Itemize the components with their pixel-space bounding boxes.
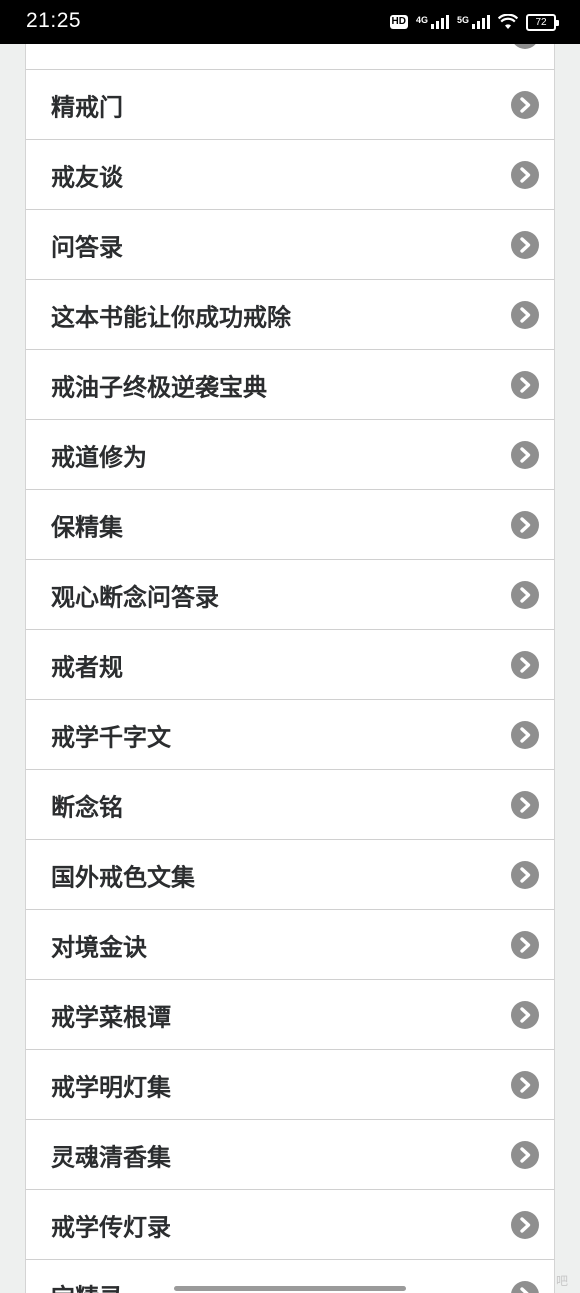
list-item-label: 问答录 [51, 233, 123, 261]
signal-5g-icon: 5G [457, 15, 490, 29]
chevron-right-icon [511, 720, 539, 749]
list-item-label: 灵魂清香集 [51, 1143, 171, 1171]
list-item[interactable]: 戒学菜根谭 [26, 980, 554, 1050]
list-item-label: 戒学传灯录 [51, 1213, 171, 1241]
list-item[interactable]: 戒学明灯集 [26, 1050, 554, 1120]
chevron-right-icon [511, 90, 539, 119]
chevron-right-icon [511, 1140, 539, 1169]
home-indicator[interactable] [174, 1286, 406, 1291]
list-item[interactable]: 戒者规 [26, 630, 554, 700]
list-item-label: 戒友谈 [51, 163, 123, 191]
wifi-icon [498, 14, 518, 29]
list-item[interactable]: 断念铭 [26, 770, 554, 840]
list-item-label: 观心断念问答录 [51, 583, 219, 611]
hd-icon: HD [389, 15, 408, 29]
chevron-right-icon [511, 1000, 539, 1029]
list-item[interactable]: 精戒门 [26, 70, 554, 140]
list-item-label: 戒学菜根谭 [51, 1003, 171, 1031]
status-icons: HD 4G 5G 72 [389, 10, 559, 34]
chevron-right-icon [511, 300, 539, 329]
list-item-label: 对境金诀 [51, 933, 147, 961]
chevron-right-icon [511, 440, 539, 469]
list-item[interactable]: 国外戒色文集 [26, 840, 554, 910]
book-list: 精戒门戒友谈问答录这本书能让你成功戒除 戒油子终极逆袭宝典 戒道修为保精集观心断念问… [25, 0, 555, 1293]
list-item[interactable]: 问答录 [26, 210, 554, 280]
chevron-right-icon [511, 1210, 539, 1239]
status-bar: 21:25 HD 4G 5G 72 [0, 0, 580, 44]
chevron-right-icon [511, 370, 539, 399]
chevron-right-icon [511, 230, 539, 259]
chevron-right-icon [511, 1070, 539, 1099]
list-item-label: 宝精录 [51, 1277, 123, 1293]
chevron-right-icon [511, 510, 539, 539]
chevron-right-icon [511, 580, 539, 609]
list-item[interactable]: 戒学传灯录 [26, 1190, 554, 1260]
list-item[interactable]: 戒学千字文 [26, 700, 554, 770]
chevron-right-icon [511, 790, 539, 819]
chevron-right-icon [511, 650, 539, 679]
signal-4g-icon: 4G [416, 15, 449, 29]
chevron-right-icon [511, 160, 539, 189]
list-item[interactable]: 观心断念问答录 [26, 560, 554, 630]
list-item[interactable]: 保精集 [26, 490, 554, 560]
list-item-label: 精戒门 [51, 93, 123, 121]
list-item-label: 戒者规 [51, 653, 123, 681]
list-item-label: 国外戒色文集 [51, 863, 195, 891]
list-item-label: 戒学明灯集 [51, 1073, 171, 1101]
list-item-label: 保精集 [51, 513, 123, 541]
list-item-label: 这本书能让你成功戒除 [51, 303, 291, 331]
list-item[interactable]: 戒油子终极逆袭宝典 [26, 350, 554, 420]
list-item-label: 戒油子终极逆袭宝典 [51, 373, 267, 401]
chevron-right-icon [511, 860, 539, 889]
list-item-label: 断念铭 [51, 793, 123, 821]
list-item[interactable]: 这本书能让你成功戒除 [26, 280, 554, 350]
list-item-label: 戒学千字文 [51, 723, 171, 751]
list-item[interactable]: 灵魂清香集 [26, 1120, 554, 1190]
list-item[interactable]: 戒道修为 [26, 420, 554, 490]
chevron-right-icon [511, 930, 539, 959]
battery-icon: 72 [526, 13, 559, 31]
watermark: 吧 [555, 1274, 568, 1288]
chevron-right-icon [511, 1280, 539, 1293]
list-item[interactable]: 对境金诀 [26, 910, 554, 980]
list-item[interactable]: 戒友谈 [26, 140, 554, 210]
list-item-label: 戒道修为 [51, 443, 147, 471]
status-time: 21:25 [26, 9, 82, 32]
